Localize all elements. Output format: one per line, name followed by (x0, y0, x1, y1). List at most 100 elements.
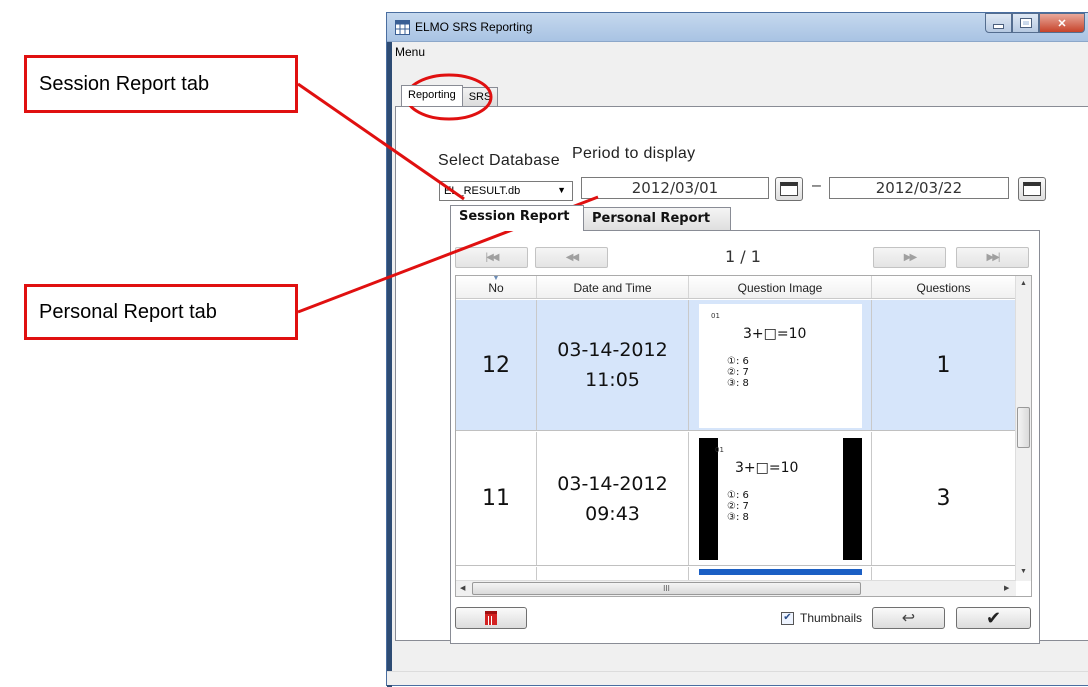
app-window: ELMO SRS Reporting ✕ Menu Reporting SRS … (386, 12, 1088, 687)
tab-reporting[interactable]: Reporting (401, 85, 463, 106)
confirm-button[interactable]: ✔ (956, 607, 1031, 629)
scroll-down-icon[interactable]: ▼ (1020, 568, 1027, 575)
table-header: ▼ No Date and Time Question Image Questi… (456, 276, 1016, 299)
first-page-button[interactable]: |◀◀ (455, 247, 528, 268)
start-date-field[interactable]: 2012/03/01 (581, 177, 769, 199)
thumb-option: ②: 7 (727, 501, 749, 512)
end-date-field[interactable]: 2012/03/22 (829, 177, 1009, 199)
question-thumbnail: 01 3+□=10 ①: 6 ②: 7 ③: 8 (715, 438, 843, 560)
horizontal-scrollbar[interactable]: ◀ III ▶ (456, 580, 1016, 596)
header-label: No (488, 281, 504, 295)
sort-indicator-icon: ▼ (492, 275, 500, 282)
tab-session-report[interactable]: Session Report (450, 205, 584, 231)
table-row[interactable]: 12 03-14-2012 11:05 01 3+□=10 ①: 6 ②: 7 … (456, 300, 1016, 431)
menu-item[interactable]: Menu (395, 45, 425, 59)
minimize-icon (994, 24, 1003, 28)
end-calendar-button[interactable] (1018, 177, 1046, 201)
status-bar (387, 671, 1088, 685)
start-calendar-button[interactable] (775, 177, 803, 201)
callout-text: Personal Report tab (39, 300, 217, 323)
trash-icon (485, 611, 497, 625)
minimize-button[interactable] (985, 13, 1012, 33)
row-questions: 1 (872, 300, 1016, 430)
row-no: 12 (456, 300, 537, 430)
row-question-image: 01 3+□=10 ①: 6 ②: 7 ③: 8 (689, 300, 872, 430)
period-label: Period to display (572, 145, 696, 162)
close-button[interactable]: ✕ (1039, 13, 1085, 33)
select-database-label: Select Database (438, 152, 560, 169)
calendar-icon (1023, 182, 1041, 196)
calendar-icon (780, 182, 798, 196)
thumb-letterbox (843, 438, 862, 560)
last-page-button[interactable]: ▶▶| (956, 247, 1029, 268)
thumb-option: ①: 6 (727, 356, 749, 367)
column-header-image[interactable]: Question Image (689, 276, 872, 298)
thumb-option: ①: 6 (727, 490, 749, 501)
column-header-no[interactable]: ▼ No (456, 276, 537, 298)
question-thumbnail (699, 569, 862, 575)
row-date: 03-14-2012 (557, 472, 668, 495)
database-value: EL_RESULT.db (444, 185, 521, 197)
scroll-right-icon[interactable]: ▶ (1004, 584, 1009, 592)
window-edge (387, 13, 392, 687)
row-time: 09:43 (585, 502, 640, 525)
row-datetime: 03-14-2012 11:05 (537, 300, 689, 430)
thumb-equation: 3+□=10 (735, 460, 799, 476)
row-question-image: 01 3+□=10 ①: 6 ②: 7 ③: 8 (689, 432, 872, 565)
row-date: 03-14-2012 (557, 339, 668, 361)
chevron-down-icon: ▼ (557, 185, 566, 195)
scroll-left-icon[interactable]: ◀ (460, 584, 465, 592)
checkmark-icon: ✔ (985, 607, 1002, 628)
page-indicator: 1 / 1 (725, 247, 761, 266)
tab-personal-report[interactable]: Personal Report (583, 207, 731, 231)
thumb-question-number: 01 (711, 312, 720, 320)
maximize-icon (1020, 19, 1031, 27)
thumb-equation: 3+□=10 (743, 326, 807, 342)
thumb-option: ②: 7 (727, 367, 749, 378)
window-controls: ✕ (985, 13, 1085, 33)
close-icon: ✕ (1057, 17, 1067, 30)
thumb-letterbox (699, 438, 718, 560)
session-report-panel: |◀◀ ◀◀ 1 / 1 ▶▶ ▶▶| ▼ No Date and Time Q… (450, 230, 1040, 644)
delete-button[interactable] (455, 607, 527, 629)
row-no: 11 (456, 432, 537, 565)
vertical-scrollbar[interactable]: ▲ ▼ (1015, 276, 1031, 581)
horizontal-scroll-thumb[interactable]: III (472, 582, 861, 595)
window-title: ELMO SRS Reporting (415, 20, 533, 34)
callout-text: Session Report tab (39, 72, 210, 95)
last-page-icon: ▶▶| (986, 252, 1001, 263)
menu-bar: Menu (387, 42, 1088, 62)
maximize-button[interactable] (1012, 13, 1039, 33)
next-page-icon: ▶▶ (903, 252, 917, 263)
back-button[interactable]: ↩ (872, 607, 945, 629)
outer-tab-strip: Reporting SRS (401, 85, 499, 106)
row-questions: 3 (872, 432, 1016, 565)
date-separator: – (812, 177, 821, 194)
session-report-callout: Session Report tab (24, 55, 298, 113)
thumb-option: ③: 8 (727, 378, 749, 389)
thumb-option: ③: 8 (727, 512, 749, 523)
table-row[interactable]: 11 03-14-2012 09:43 01 3+□=10 ①: 6 ②: 7 … (456, 432, 1016, 566)
vertical-scroll-thumb[interactable] (1017, 407, 1030, 448)
reporting-panel: Select Database Period to display EL_RES… (395, 106, 1088, 644)
tab-srs[interactable]: SRS (461, 87, 499, 106)
next-page-button[interactable]: ▶▶ (873, 247, 946, 268)
prev-page-button[interactable]: ◀◀ (535, 247, 608, 268)
thumbnails-checkbox[interactable]: ✔ (781, 611, 794, 625)
row-datetime: 03-14-2012 09:43 (537, 432, 689, 565)
column-header-date[interactable]: Date and Time (537, 276, 689, 298)
title-bar: ELMO SRS Reporting ✕ (387, 13, 1088, 42)
thumbnails-label: Thumbnails (800, 611, 863, 625)
return-arrow-icon: ↩ (901, 610, 916, 627)
first-page-icon: |◀◀ (485, 252, 500, 263)
prev-page-icon: ◀◀ (565, 252, 579, 263)
thumb-options: ①: 6 ②: 7 ③: 8 (727, 490, 749, 523)
column-header-questions[interactable]: Questions (872, 276, 1016, 298)
scroll-up-icon[interactable]: ▲ (1020, 280, 1027, 287)
row-time: 11:05 (585, 369, 640, 391)
report-footer: ✔ Thumbnails ↩ ✔ (451, 607, 1041, 631)
thumb-question-number: 01 (715, 446, 724, 454)
thumbnails-toggle[interactable]: ✔ Thumbnails (781, 611, 862, 625)
client-area: Reporting SRS Select Database Period to … (395, 85, 1088, 644)
database-select[interactable]: EL_RESULT.db ▼ (439, 181, 573, 201)
